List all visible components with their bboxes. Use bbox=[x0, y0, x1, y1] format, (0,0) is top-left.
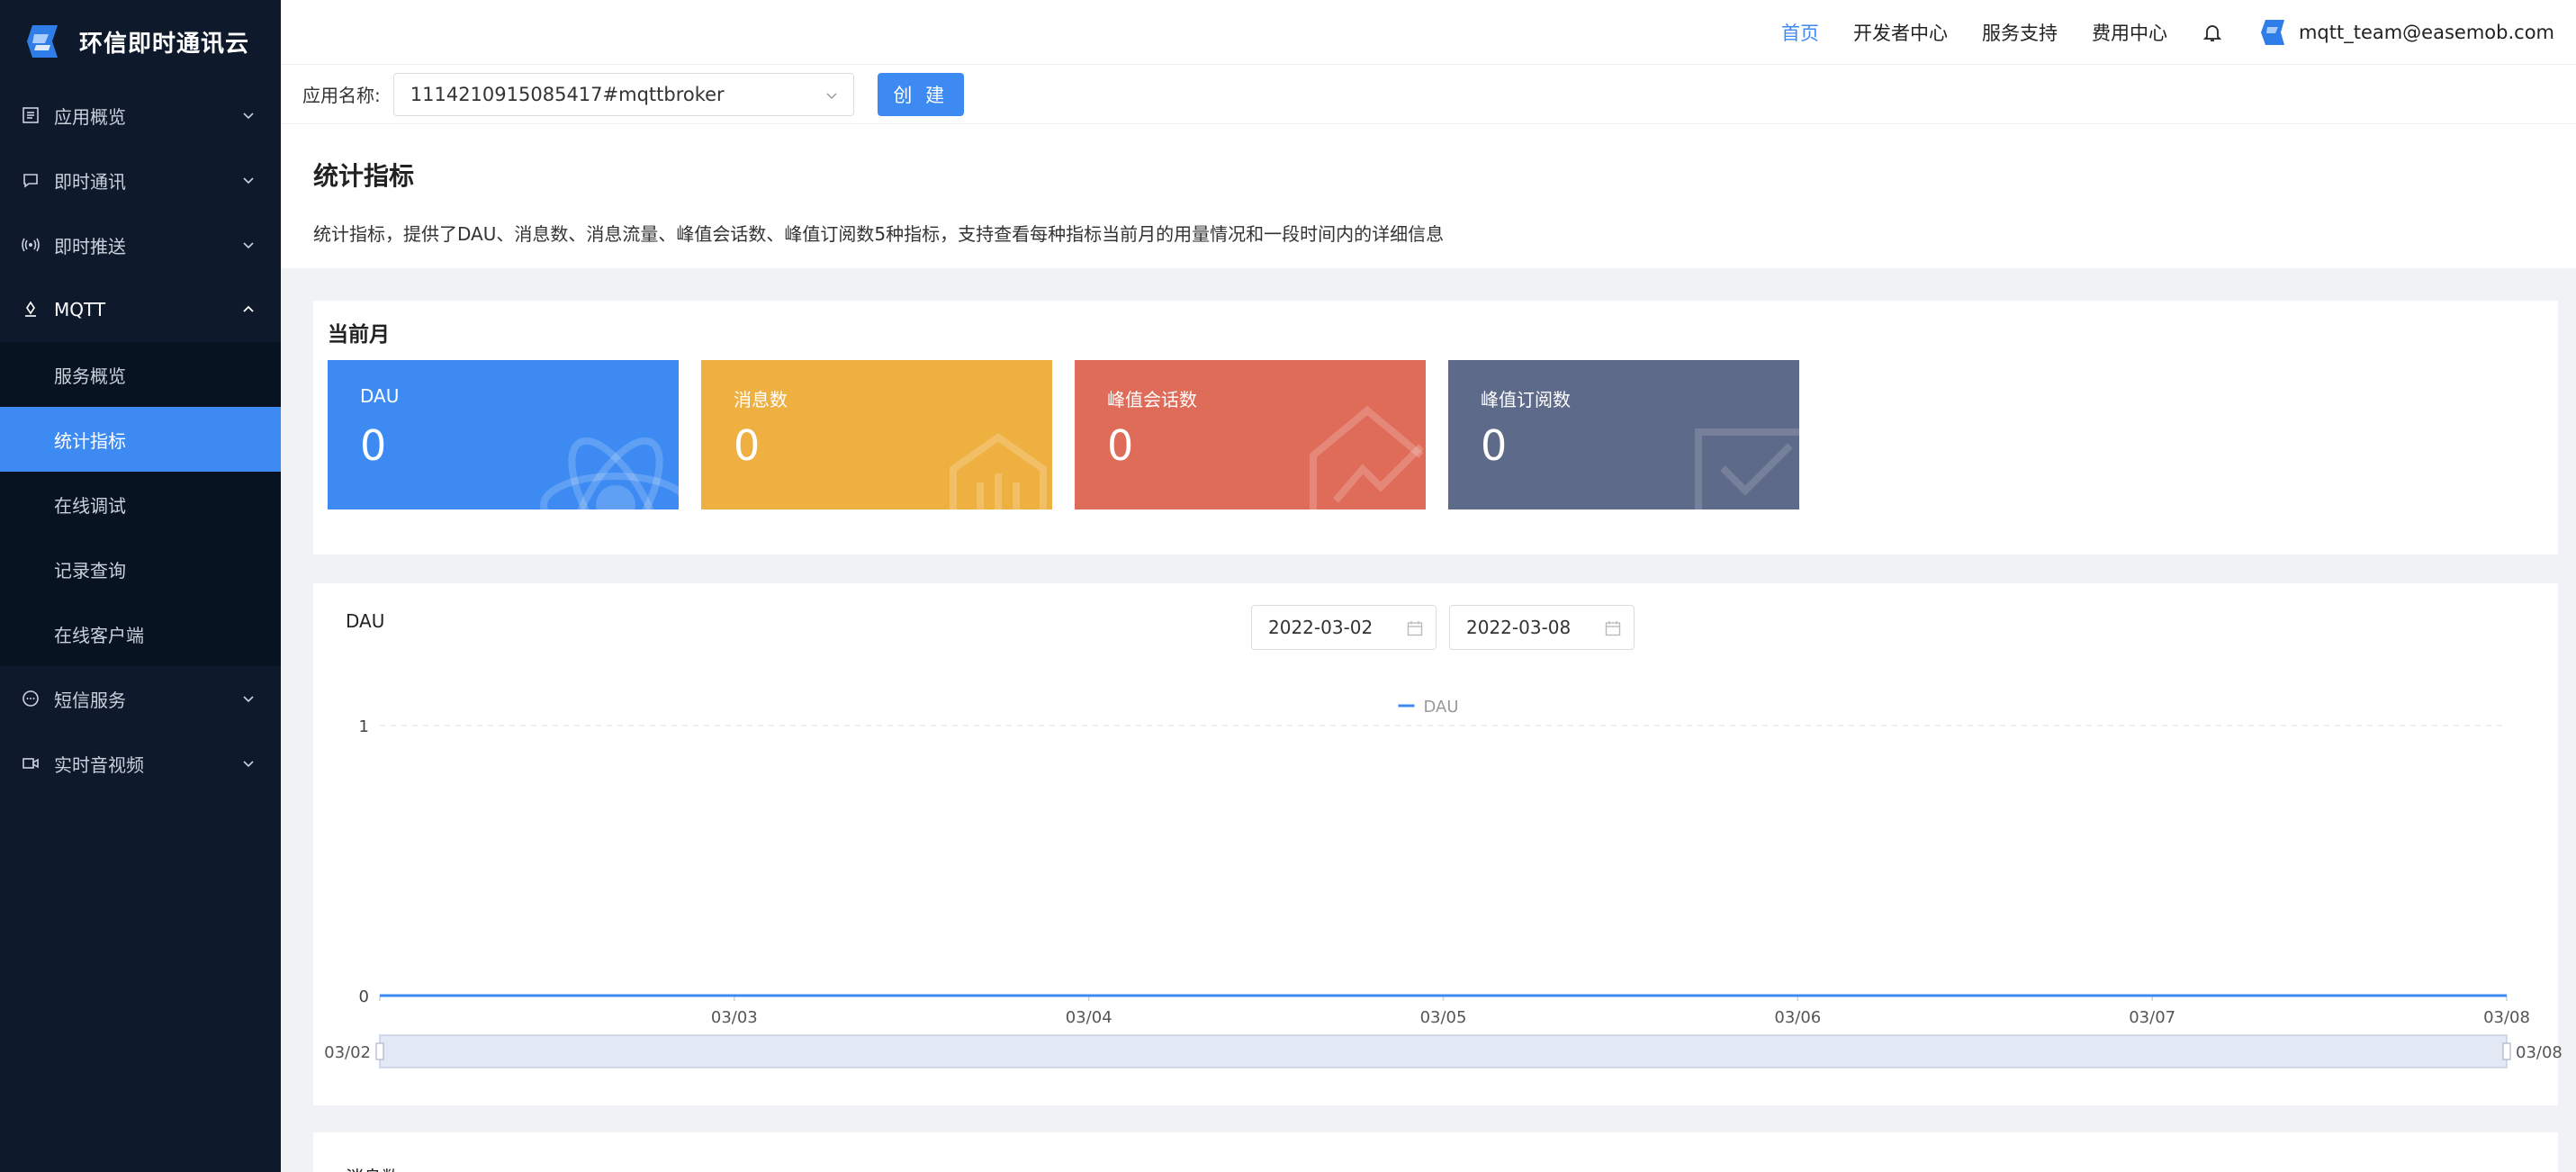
logo[interactable]: 环信即时通讯云 bbox=[0, 0, 281, 83]
page-title: 统计指标 bbox=[313, 161, 415, 191]
sidebar-item-mqtt[interactable]: MQTT bbox=[0, 277, 281, 342]
sidebar-item-rtc[interactable]: 实时音视频 bbox=[0, 731, 281, 796]
x-tick-label: 03/08 bbox=[2483, 1008, 2530, 1027]
brand-name: 环信即时通讯云 bbox=[79, 30, 250, 58]
sidebar-item-label: 即时推送 bbox=[54, 235, 126, 257]
slider-range bbox=[379, 1034, 2508, 1068]
page-description: 统计指标，提供了DAU、消息数、消息流量、峰值会话数、峰值订阅数5种指标，支持查… bbox=[313, 223, 1445, 245]
y-tick-label: 0 bbox=[359, 987, 369, 1006]
avatar bbox=[2260, 19, 2284, 45]
mqtt-icon bbox=[22, 301, 40, 319]
sidebar-item-label: 实时音视频 bbox=[54, 753, 144, 776]
create-button[interactable]: 创 建 bbox=[877, 72, 964, 116]
sidebar-item-statistics[interactable]: 统计指标 bbox=[0, 407, 281, 472]
nav-link-billing[interactable]: 费用中心 bbox=[2092, 19, 2167, 46]
stat-value: 0 bbox=[360, 421, 387, 470]
stat-card-peak-subscriptions: 峰值订阅数 0 bbox=[1448, 360, 1799, 509]
chart-legend[interactable]: DAU bbox=[1398, 698, 1459, 717]
intro-section: 统计指标 统计指标，提供了DAU、消息数、消息流量、峰值会话数、峰值订阅数5种指… bbox=[281, 124, 2576, 268]
nav-link-support[interactable]: 服务支持 bbox=[1982, 19, 2058, 46]
stat-card-peak-sessions: 峰值会话数 0 bbox=[1075, 360, 1426, 509]
app-select-value: 1114210915085417#mqttbroker bbox=[410, 83, 725, 105]
x-tick-label: 03/07 bbox=[2129, 1008, 2175, 1027]
sidebar-item-im[interactable]: 即时通讯 bbox=[0, 148, 281, 212]
nav-link-home[interactable]: 首页 bbox=[1781, 19, 1819, 46]
video-icon bbox=[22, 754, 40, 772]
app-select[interactable]: 1114210915085417#mqttbroker bbox=[392, 72, 854, 116]
house-trend-icon bbox=[1310, 405, 1424, 509]
slider-handle-right bbox=[2502, 1042, 2511, 1060]
list-icon bbox=[22, 106, 40, 124]
chevron-down-icon bbox=[243, 242, 254, 249]
mqtt-submenu: 服务概览 统计指标 在线调试 记录查询 在线客户端 bbox=[0, 342, 281, 666]
user-email: mqtt_team@easemob.com bbox=[2298, 21, 2554, 43]
chevron-down-icon bbox=[243, 696, 254, 703]
chat-icon bbox=[22, 171, 40, 189]
sms-icon bbox=[22, 690, 40, 708]
stat-label: 消息数 bbox=[734, 389, 788, 410]
bell-icon[interactable] bbox=[2202, 22, 2223, 43]
nav-link-developer-center[interactable]: 开发者中心 bbox=[1853, 19, 1948, 46]
slider-start-label: 03/02 bbox=[324, 1043, 371, 1062]
easemob-logo-icon bbox=[27, 25, 58, 58]
sidebar-item-service-overview[interactable]: 服务概览 bbox=[0, 342, 281, 407]
sidebar-item-record-query[interactable]: 记录查询 bbox=[0, 536, 281, 601]
app-selector-bar: 应用名称: 1114210915085417#mqttbroker 创 建 bbox=[281, 65, 2576, 124]
legend-label: DAU bbox=[1424, 698, 1459, 717]
sidebar: 环信即时通讯云 应用概览 即时通讯 即时推送 MQTT 服务概览 统计指标 在线… bbox=[0, 0, 281, 1172]
chevron-down-icon bbox=[243, 177, 254, 185]
sidebar-item-label: 短信服务 bbox=[54, 689, 126, 711]
current-month-card: 当前月 DAU 0 消息数 0 峰值会话数 0 峰值订阅数 0 bbox=[313, 301, 2558, 554]
chart-title: 消息数 bbox=[346, 1163, 400, 1172]
stat-value: 0 bbox=[1481, 421, 1508, 470]
sidebar-item-label: 即时通讯 bbox=[54, 170, 126, 193]
broadcast-icon bbox=[22, 236, 40, 254]
sidebar-item-app-overview[interactable]: 应用概览 bbox=[0, 83, 281, 148]
sidebar-item-push[interactable]: 即时推送 bbox=[0, 212, 281, 277]
checkbox-icon bbox=[1695, 428, 1799, 509]
user-menu[interactable]: mqtt_team@easemob.com bbox=[2257, 19, 2554, 46]
sidebar-item-label: 应用概览 bbox=[54, 105, 126, 128]
top-nav: 首页 开发者中心 服务支持 费用中心 mqtt_team@easemob.com bbox=[281, 0, 2576, 65]
slider-handle-left bbox=[375, 1042, 384, 1060]
stat-card-messages: 消息数 0 bbox=[701, 360, 1052, 509]
messages-chart-card: 消息数 bbox=[313, 1132, 2558, 1172]
sidebar-item-sms[interactable]: 短信服务 bbox=[0, 666, 281, 731]
stat-card-dau: DAU 0 bbox=[328, 360, 679, 509]
stat-label: 峰值订阅数 bbox=[1481, 389, 1571, 410]
sidebar-item-label: MQTT bbox=[54, 299, 106, 320]
x-tick-label: 03/05 bbox=[1420, 1008, 1467, 1027]
chart-zoom-slider[interactable]: 03/02 03/08 bbox=[324, 1034, 2562, 1068]
y-tick-label: 1 bbox=[359, 717, 369, 736]
stat-label: DAU bbox=[360, 385, 400, 407]
building-icon bbox=[950, 433, 1047, 509]
chevron-up-icon bbox=[243, 305, 254, 312]
stat-value: 0 bbox=[1107, 421, 1134, 470]
chevron-down-icon bbox=[243, 113, 254, 120]
chart-y-axis: 01 bbox=[359, 717, 369, 1006]
x-tick-label: 03/06 bbox=[1774, 1008, 1821, 1027]
dau-chart-card: DAU 2022-03-02 2022-03-08 DAU 01 03/03 03… bbox=[313, 583, 2562, 1105]
stat-label: 峰值会话数 bbox=[1107, 389, 1197, 410]
sidebar-item-online-client[interactable]: 在线客户端 bbox=[0, 601, 281, 666]
atom-icon bbox=[540, 437, 679, 509]
current-month-title: 当前月 bbox=[328, 323, 390, 347]
chevron-down-icon bbox=[243, 761, 254, 768]
chevron-down-icon bbox=[826, 93, 837, 99]
dau-line-chart: DAU 01 03/03 03/04 03/05 03/06 03/07 03/08 03… bbox=[324, 698, 2562, 1068]
x-tick-label: 03/04 bbox=[1066, 1008, 1112, 1027]
slider-end-label: 03/08 bbox=[2516, 1043, 2562, 1062]
x-tick-label: 03/03 bbox=[711, 1008, 758, 1027]
chart-x-axis: 03/03 03/04 03/05 03/06 03/07 03/08 bbox=[379, 995, 2530, 1027]
sidebar-item-online-debug[interactable]: 在线调试 bbox=[0, 472, 281, 536]
stat-value: 0 bbox=[734, 421, 761, 470]
app-name-label: 应用名称: bbox=[302, 85, 381, 106]
